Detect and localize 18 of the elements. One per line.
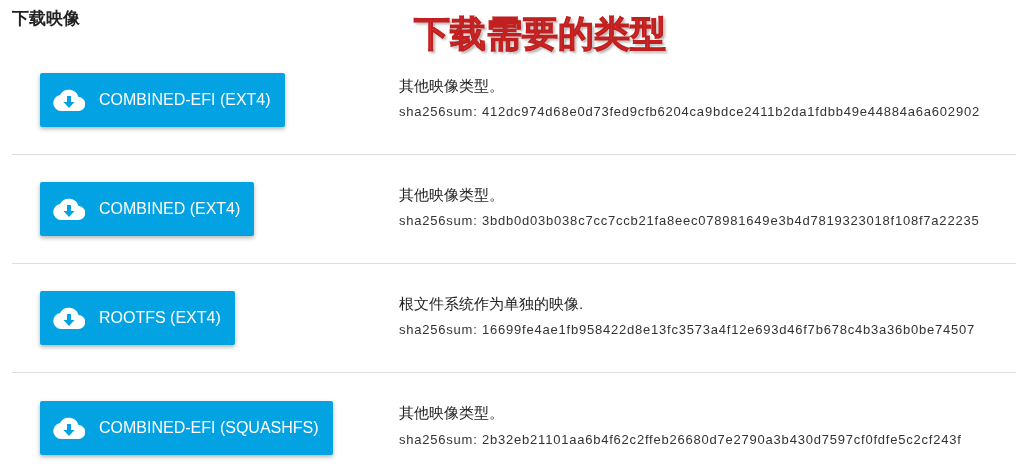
cloud-download-icon <box>53 198 85 220</box>
annotation-text: 下载需要的类型 <box>414 12 666 56</box>
download-button[interactable]: ROOTFS (EXT4) <box>40 291 235 345</box>
cloud-download-icon <box>53 416 85 439</box>
download-button[interactable]: COMBINED-EFI (EXT4) <box>40 73 285 127</box>
image-description: 其他映像类型。 <box>399 403 505 423</box>
download-button[interactable]: COMBINED-EFI (SQUASHFS) <box>40 400 333 455</box>
image-description: 其他映像类型。 <box>399 75 505 96</box>
checksum-text: sha256sum: 2b32eb21101aa6b4f62c2ffeb26680d7e2790a3b430d7597cf0fdfe5c2cf243f <box>399 430 962 449</box>
image-description: 其他映像类型。 <box>399 184 505 205</box>
checksum-text: sha256sum: 16699fe4ae1fb958422d8e13fc3573a4f12e693d46f7b678c4b3a36b0be74507 <box>399 321 976 339</box>
image-description: 根文件系统作为单独的映像. <box>399 293 585 314</box>
checksum-text: sha256sum: 412dc974d68e0d73fed9cfb6204ca9bdce2411b2da1fdbb49e44884a6a602902 <box>399 103 980 121</box>
download-button[interactable]: COMBINED (EXT4) <box>40 182 255 236</box>
cloud-download-icon <box>53 307 85 329</box>
checksum-text: sha256sum: 3bdb0d03b038c7cc7ccb21fa8eec078981649e3b4d7819323018f108f7a22235 <box>399 212 980 230</box>
cloud-download-icon <box>53 89 85 111</box>
section-heading: 下载映像 <box>12 8 80 28</box>
